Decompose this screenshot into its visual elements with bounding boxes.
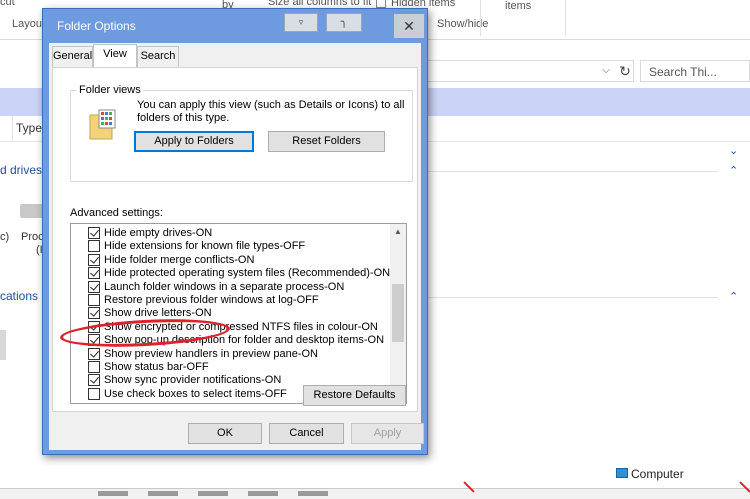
dialog-client: General View Search Folder views You can… <box>49 43 424 450</box>
setting-label: Launch folder windows in a separate proc… <box>104 280 345 293</box>
drive-label: c) <box>0 231 10 243</box>
folder-views-legend: Folder views <box>77 84 143 96</box>
search-placeholder: Search Thi... <box>649 65 717 79</box>
column-divider <box>12 116 13 142</box>
setting-checkbox[interactable] <box>88 307 100 320</box>
background-window-strip <box>0 488 750 499</box>
setting-label: Show preview handlers in preview pane-ON <box>104 347 318 360</box>
minimize-ribbon-chevron-icon[interactable]: ▿ <box>284 13 318 32</box>
scrollbar-thumb[interactable] <box>392 284 404 342</box>
status-bar: Computer <box>0 462 750 488</box>
setting-label: Show status bar-OFF <box>104 361 209 373</box>
setting-label: Show sync provider notifications-ON <box>104 374 282 387</box>
setting-label: Use check boxes to select items-OFF <box>104 387 287 400</box>
restore-defaults-button[interactable]: Restore Defaults <box>303 385 406 406</box>
setting-checkbox[interactable] <box>88 240 100 253</box>
folder-views-group: Folder views You can apply this view (su… <box>70 84 413 182</box>
hidden-items-checkbox[interactable] <box>376 0 386 8</box>
setting-checkbox[interactable] <box>88 294 100 306</box>
scroll-up-arrow-icon[interactable]: ▲ <box>390 224 406 240</box>
close-icon: ✕ <box>403 18 415 34</box>
setting-checkbox[interactable] <box>88 253 100 266</box>
blurred-text <box>98 491 328 496</box>
setting-checkbox[interactable] <box>88 347 100 360</box>
chevron-up-icon[interactable]: ⌃ <box>729 164 738 177</box>
setting-label: Restore previous folder windows at log-O… <box>104 294 319 306</box>
tab-search[interactable]: Search <box>137 46 179 67</box>
ribbon-divider <box>480 0 481 36</box>
ribbon-divider <box>565 0 566 36</box>
vertical-scrollbar[interactable]: ▲ ▼ <box>390 224 406 403</box>
column-header-type[interactable]: Type <box>16 121 42 135</box>
ribbon-size-columns-label[interactable]: Size all columns to fit <box>268 0 371 8</box>
advanced-settings-label: Advanced settings: <box>70 207 163 219</box>
tab-general[interactable]: General <box>52 46 93 67</box>
apply-to-folders-button[interactable]: Apply to Folders <box>134 131 254 152</box>
setting-checkbox[interactable] <box>88 280 100 293</box>
dialog-titlebar[interactable]: Folder Options ✕ <box>43 9 427 43</box>
folder-views-description: You can apply this view (such as Details… <box>137 99 405 124</box>
ribbon-layout-label[interactable]: Layou <box>12 18 42 30</box>
reset-folders-button[interactable]: Reset Folders <box>268 131 385 152</box>
apply-button[interactable]: Apply <box>351 423 424 444</box>
cancel-button[interactable]: Cancel <box>269 423 344 444</box>
refresh-icon[interactable]: ↻ <box>616 61 634 81</box>
chevron-down-icon[interactable]: ⌵ <box>598 61 614 81</box>
computer-icon <box>616 468 628 478</box>
status-computer-label: Computer <box>631 467 684 481</box>
drive-icon[interactable] <box>20 204 44 218</box>
network-item-fragment <box>0 330 6 360</box>
pin-icon[interactable]: ╮ <box>326 13 362 32</box>
setting-checkbox[interactable] <box>88 227 100 239</box>
group-divider <box>428 171 718 172</box>
tab-view[interactable]: View <box>93 44 137 67</box>
folder-options-dialog: Folder Options ✕ General View Search Fol… <box>42 8 428 455</box>
chevron-up-icon[interactable]: ⌃ <box>729 290 738 303</box>
ribbon-items-label: items <box>505 0 532 12</box>
setting-label: Hide extensions for known file types-OFF <box>104 240 306 253</box>
group-header-locations[interactable]: cations ( <box>0 289 45 303</box>
setting-label: Hide protected operating system files (R… <box>104 267 391 280</box>
setting-label: Hide empty drives-ON <box>104 227 213 239</box>
ribbon-cut-label[interactable]: cut <box>0 0 15 8</box>
setting-checkbox[interactable] <box>88 361 100 373</box>
chevron-down-icon[interactable]: ⌄ <box>729 144 738 157</box>
group-divider <box>428 297 718 298</box>
setting-checkbox[interactable] <box>88 267 100 280</box>
ok-button[interactable]: OK <box>188 423 262 444</box>
drive-label: Proc <box>21 231 44 243</box>
close-button[interactable]: ✕ <box>394 14 424 38</box>
setting-checkbox[interactable] <box>88 374 100 387</box>
setting-label: Hide folder merge conflicts-ON <box>104 253 255 266</box>
search-box[interactable]: Search Thi... <box>640 60 750 82</box>
advanced-settings-list[interactable]: Use check boxes to select items-OFF Show … <box>70 223 407 404</box>
folder-view-icon <box>89 109 116 140</box>
setting-checkbox[interactable] <box>88 387 100 400</box>
dialog-title: Folder Options <box>57 19 136 33</box>
